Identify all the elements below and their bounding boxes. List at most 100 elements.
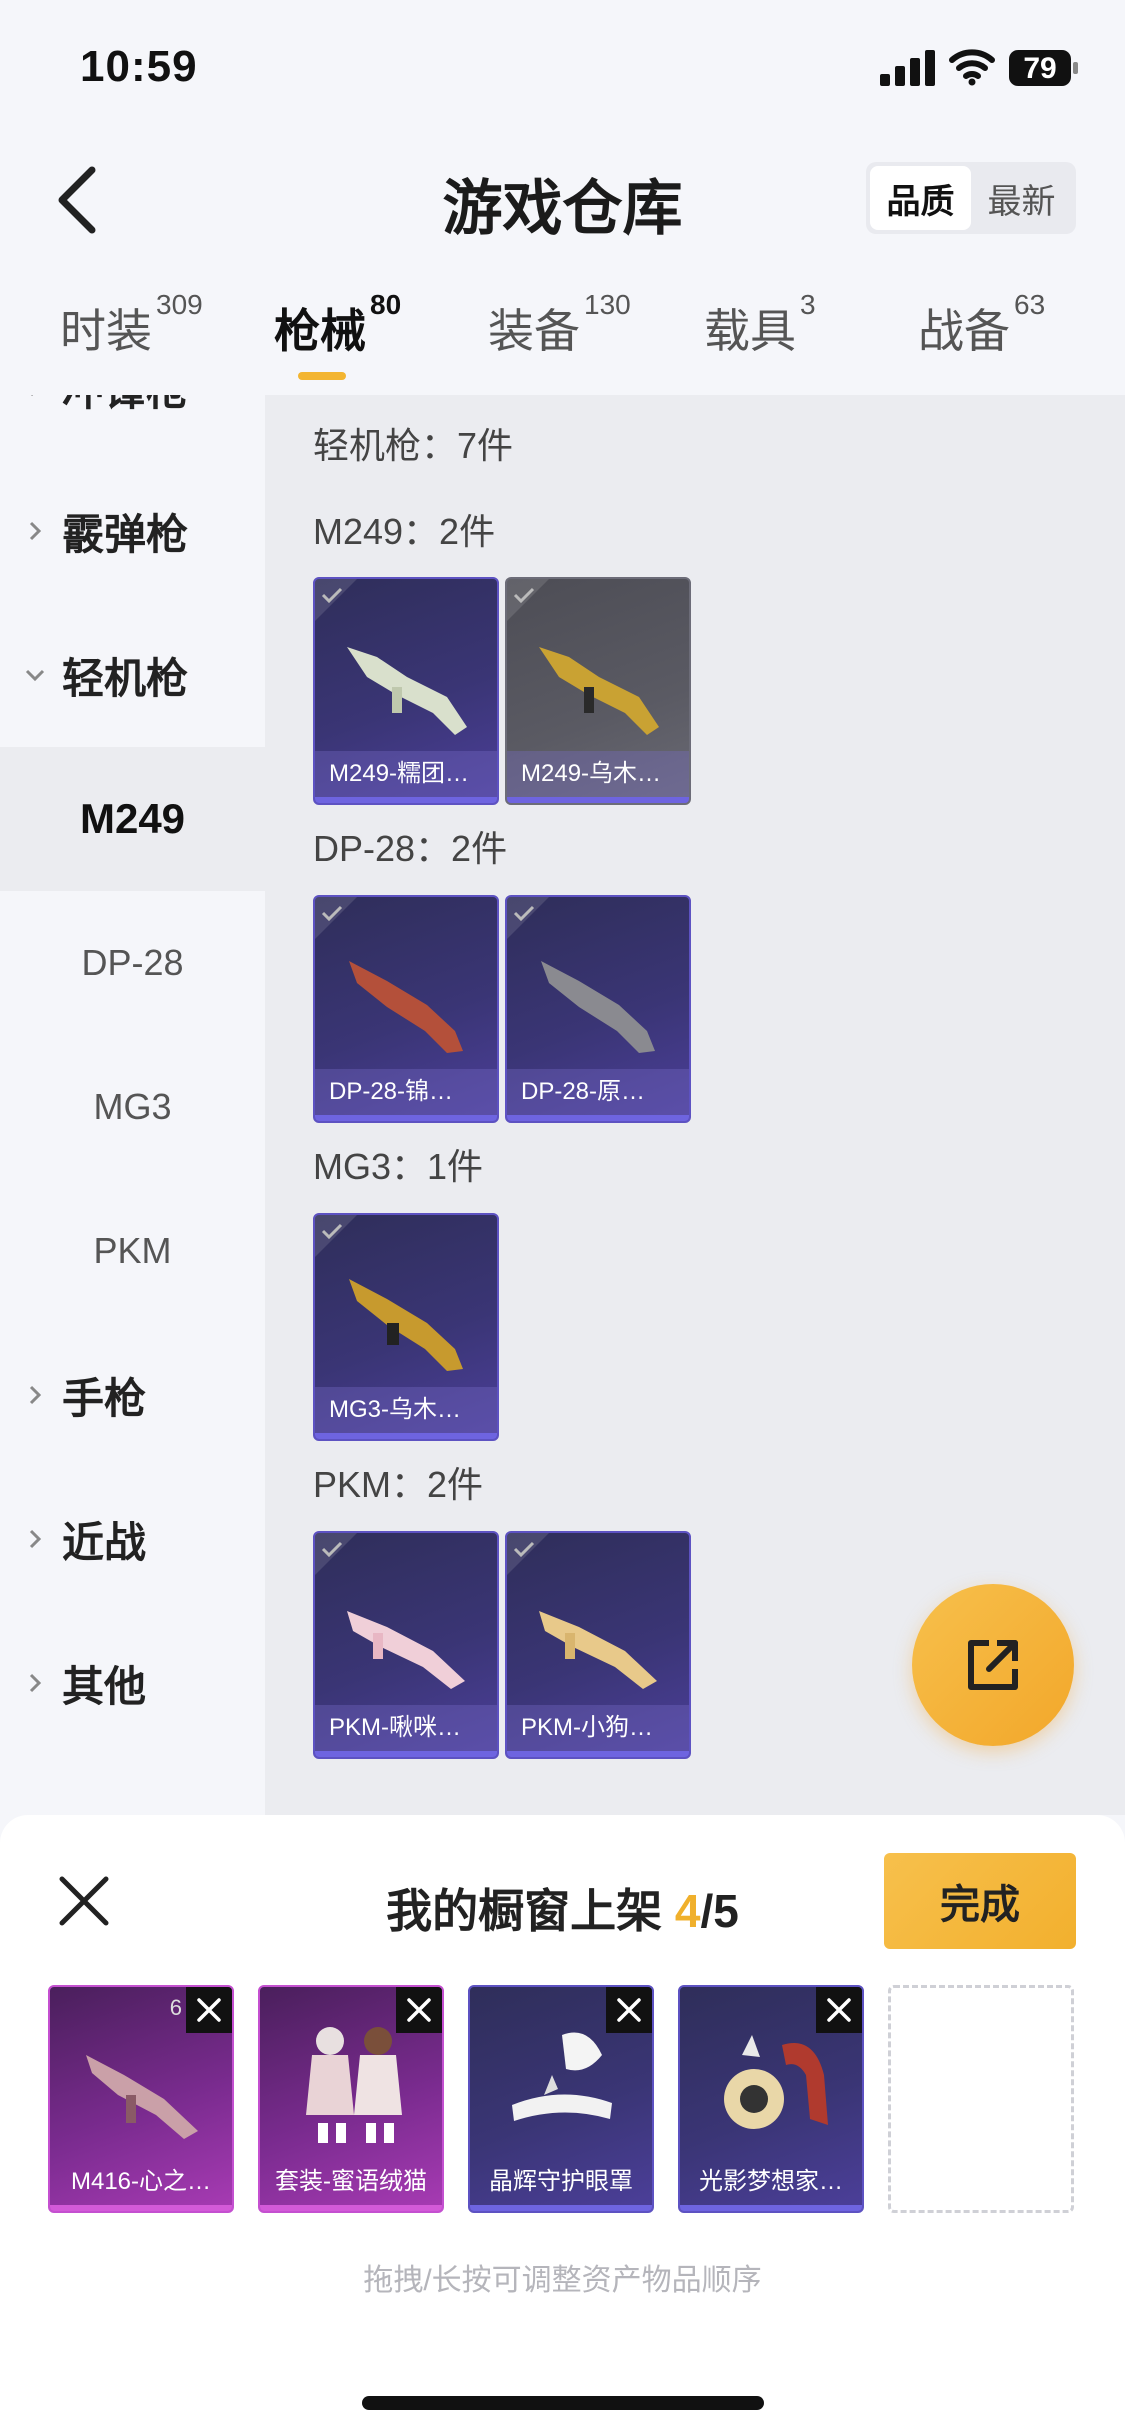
- rarity-bar: [507, 1751, 689, 1757]
- showcase-sheet: 我的橱窗上架 4/5 完成 6 M416-心之… 套装-蜜语绒猫 晶辉守护眼罩: [0, 1815, 1125, 2436]
- item-card[interactable]: DP-28-原…: [505, 895, 691, 1123]
- item-card[interactable]: PKM-啾咪…: [313, 1531, 499, 1759]
- share-button[interactable]: [912, 1584, 1074, 1746]
- sheet-count: 4: [674, 1885, 701, 1937]
- check-icon: [507, 579, 549, 621]
- close-icon: [197, 1998, 221, 2022]
- sort-newest[interactable]: 最新: [971, 166, 1072, 230]
- remove-button[interactable]: [186, 1987, 232, 2033]
- item-card[interactable]: M249-糯团…: [313, 577, 499, 805]
- sidebar-category-shotgun[interactable]: 霰弹枪: [0, 459, 265, 603]
- group-title: PKM：2件: [313, 1464, 484, 1505]
- chevron-right-icon: [29, 521, 42, 541]
- showcase-slot[interactable]: 光影梦想家…: [678, 1985, 864, 2213]
- sort-quality[interactable]: 品质: [870, 166, 971, 230]
- tab-count: 130: [584, 289, 631, 320]
- status-time: 10:59: [80, 42, 198, 91]
- category-tabs: 时装309 枪械80 装备130 载具3 战备63: [0, 285, 1125, 395]
- check-icon: [315, 1215, 357, 1257]
- rarity-bar: [680, 2205, 862, 2211]
- headwear-icon: [724, 2035, 828, 2129]
- sidebar-category-melee[interactable]: 近战: [0, 1467, 265, 1611]
- item-name: DP-28-原…: [507, 1069, 689, 1115]
- gun-icon: [347, 1611, 465, 1689]
- gun-icon: [349, 1279, 463, 1371]
- done-button[interactable]: 完成: [884, 1853, 1076, 1949]
- tab-firearms[interactable]: 枪械80: [274, 289, 401, 361]
- slot-name: 光影梦想家…: [699, 2168, 843, 2195]
- empty-slot[interactable]: [888, 1985, 1074, 2213]
- slot-name: 晶辉守护眼罩: [489, 2168, 633, 2195]
- chevron-down-icon: [25, 669, 45, 682]
- wifi-icon: [949, 49, 995, 86]
- sidebar-sub-mg3[interactable]: MG3: [0, 1035, 265, 1179]
- check-icon: [315, 579, 357, 621]
- check-icon: [315, 897, 357, 939]
- rarity-bar: [470, 2205, 652, 2211]
- rarity-bar: [315, 1115, 497, 1121]
- item-card[interactable]: PKM-小狗…: [505, 1531, 691, 1759]
- sheet-title-text: 我的橱窗上架: [386, 1885, 675, 1937]
- sidebar-category-label: 轻机枪: [62, 654, 189, 702]
- group-title: DP-28：2件: [313, 828, 508, 869]
- sidebar-category-label: 其他: [62, 1662, 147, 1710]
- chevron-right-icon: [29, 1529, 42, 1549]
- sidebar-sub-pkm[interactable]: PKM: [0, 1179, 265, 1323]
- sidebar-category-lmg[interactable]: 轻机枪: [0, 603, 265, 747]
- slot-name: 套装-蜜语绒猫: [275, 2168, 427, 2195]
- sidebar-category-label: 近战: [62, 1518, 147, 1566]
- chevron-right-icon: [29, 1385, 42, 1405]
- chevron-right-icon: [31, 395, 34, 397]
- rarity-bar: [315, 797, 497, 803]
- group-title: M249：2件: [313, 511, 496, 552]
- item-name: DP-28-锦…: [315, 1069, 497, 1115]
- item-name: M249-糯团…: [315, 751, 497, 797]
- header: 游戏仓库 品质 最新: [0, 130, 1125, 260]
- showcase-slot[interactable]: 6 M416-心之…: [48, 1985, 234, 2213]
- outfit-icon: [306, 2027, 402, 2143]
- slot-tag: 6: [169, 1995, 182, 2020]
- item-name: PKM-小狗…: [507, 1705, 689, 1751]
- tab-count: 80: [370, 289, 402, 320]
- sidebar: 冲锋枪 霰弹枪 轻机枪 M249 DP-28 MG3 PKM 手枪 近战 其他: [0, 395, 265, 1815]
- slot-name: M416-心之…: [70, 2168, 212, 2195]
- item-card[interactable]: DP-28-锦…: [313, 895, 499, 1123]
- remove-button[interactable]: [816, 1987, 862, 2033]
- gun-icon: [86, 2055, 198, 2139]
- reorder-hint: 拖拽/长按可调整资产物品顺序: [363, 2264, 762, 2297]
- tab-equipment[interactable]: 装备130: [488, 289, 631, 361]
- remove-button[interactable]: [396, 1987, 442, 2033]
- item-card[interactable]: MG3-乌木…: [313, 1213, 499, 1441]
- close-icon: [827, 1998, 851, 2022]
- tab-count: 309: [156, 289, 203, 320]
- sidebar-sub-dp28[interactable]: DP-28: [0, 891, 265, 1035]
- tab-supplies[interactable]: 战备63: [918, 289, 1045, 361]
- check-icon: [507, 1533, 549, 1575]
- close-icon: [617, 1998, 641, 2022]
- rarity-bar: [315, 1433, 497, 1439]
- check-icon: [315, 1533, 357, 1575]
- tab-label: 载具: [704, 305, 796, 357]
- status-bar: 10:59 79: [0, 0, 1125, 130]
- group-title: MG3：1件: [313, 1146, 484, 1187]
- remove-button[interactable]: [606, 1987, 652, 2033]
- close-icon: [407, 1998, 431, 2022]
- gun-icon: [349, 961, 463, 1053]
- tab-count: 3: [800, 289, 816, 320]
- tab-fashion[interactable]: 时装309: [60, 289, 203, 361]
- sidebar-sub-m249[interactable]: M249: [0, 747, 265, 891]
- home-indicator: [362, 2396, 764, 2410]
- tab-vehicles[interactable]: 载具3: [704, 289, 816, 361]
- tab-label: 时装: [60, 305, 152, 357]
- item-card[interactable]: M249-乌木…: [505, 577, 691, 805]
- rarity-bar: [507, 1115, 689, 1121]
- share-icon: [968, 1640, 1018, 1690]
- sidebar-category-label: 冲锋枪: [62, 395, 188, 418]
- sidebar-category-other[interactable]: 其他: [0, 1611, 265, 1755]
- sidebar-category-smg[interactable]: 冲锋枪: [0, 395, 265, 459]
- tab-count: 63: [1014, 289, 1046, 320]
- sidebar-category-pistol[interactable]: 手枪: [0, 1323, 265, 1467]
- rarity-bar: [507, 797, 689, 803]
- showcase-slot[interactable]: 套装-蜜语绒猫: [258, 1985, 444, 2213]
- showcase-slot[interactable]: 晶辉守护眼罩: [468, 1985, 654, 2213]
